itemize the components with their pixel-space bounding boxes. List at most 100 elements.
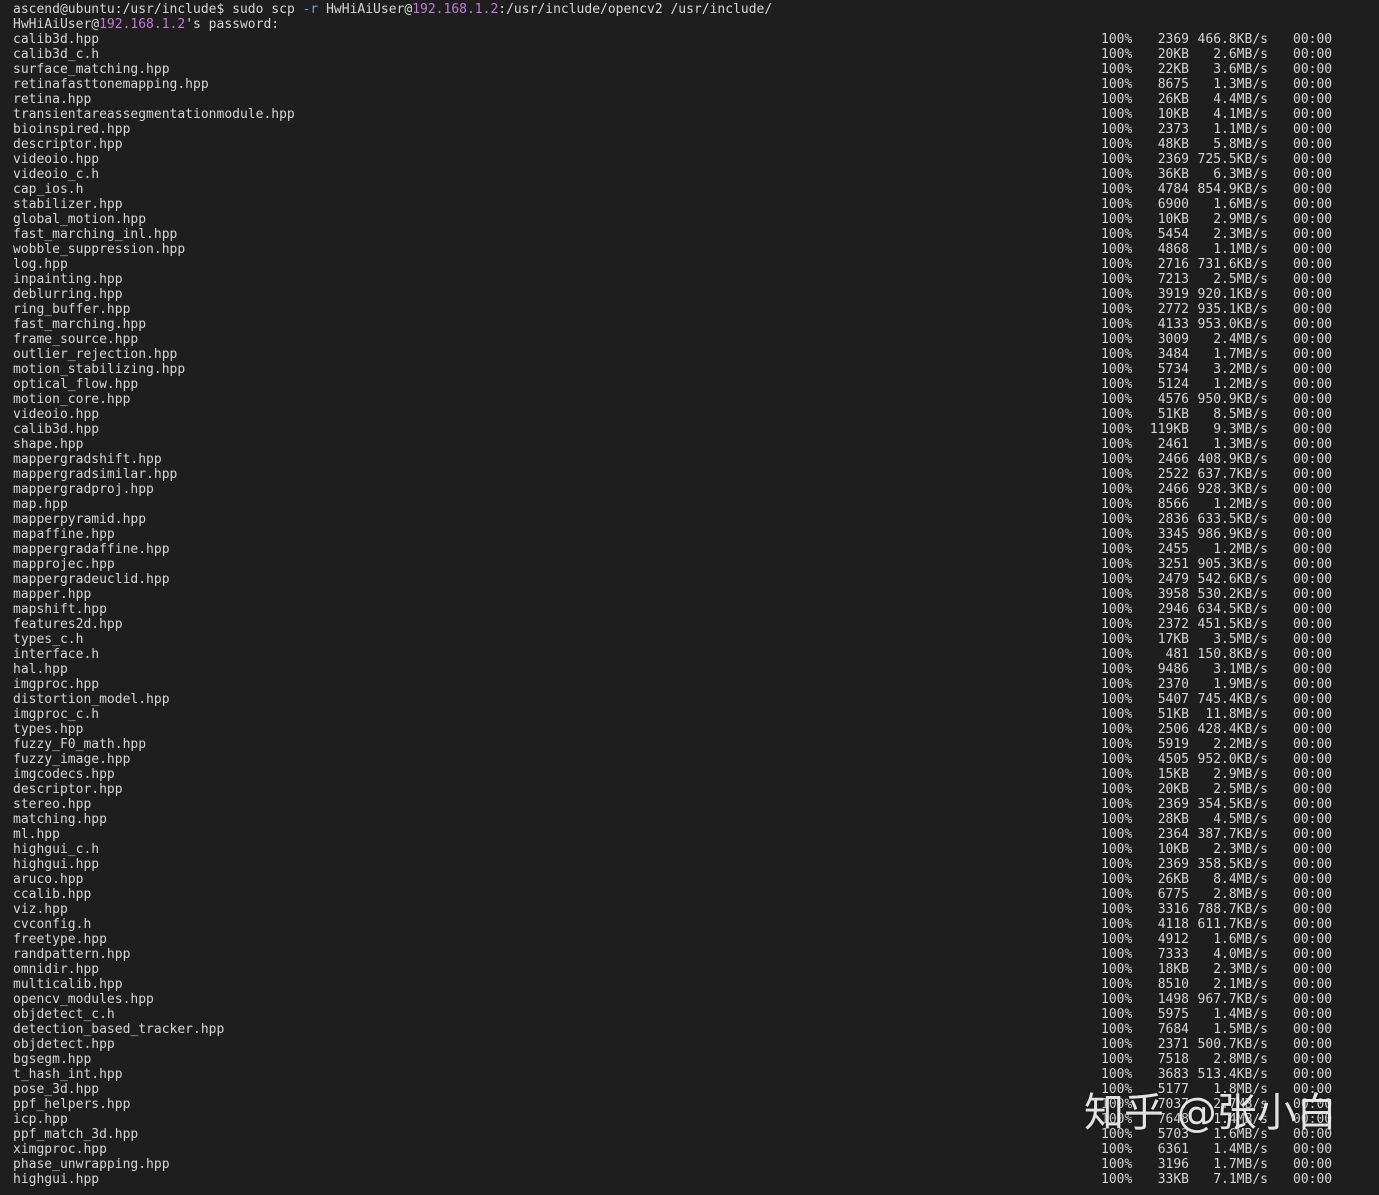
transfer-speed: 2.3MB/s bbox=[1213, 227, 1268, 242]
transfer-file-name: calib3d.hpp bbox=[13, 422, 100, 437]
transfer-file-name: ppf_match_3d.hpp bbox=[13, 1127, 139, 1142]
transfer-eta: 00:00 bbox=[1293, 932, 1333, 947]
transfer-eta: 00:00 bbox=[1293, 287, 1333, 302]
transfer-percent: 100% bbox=[1101, 257, 1133, 272]
transfer-file-name: freetype.hpp bbox=[13, 932, 107, 947]
transfer-file-name: calib3d_c.h bbox=[13, 47, 100, 62]
transfer-size: 2466 bbox=[1157, 482, 1189, 497]
transfer-speed: 7.1MB/s bbox=[1213, 1172, 1268, 1187]
transfer-row: outlier_rejection.hpp 100% 3484 1.7MB/s 00:0… bbox=[0, 347, 1379, 362]
transfer-size: 48KB bbox=[1157, 137, 1189, 152]
transfer-list: calib3d.hpp 100% 2369 466.8KB/s 00:00 calib3d… bbox=[0, 32, 1379, 1187]
transfer-row: ring_buffer.hpp 100% 2772 935.1KB/s 00:00 bbox=[0, 302, 1379, 317]
transfer-size: 17KB bbox=[1157, 632, 1189, 647]
transfer-row: mapshift.hpp 100% 2946 634.5KB/s 00:00 bbox=[0, 602, 1379, 617]
transfer-percent: 100% bbox=[1101, 737, 1133, 752]
transfer-file-name: surface_matching.hpp bbox=[13, 62, 170, 77]
transfer-speed: 542.6KB/s bbox=[1197, 572, 1268, 587]
transfer-percent: 100% bbox=[1101, 527, 1133, 542]
transfer-eta: 00:00 bbox=[1293, 1037, 1333, 1052]
transfer-size: 26KB bbox=[1157, 92, 1189, 107]
command-remote-user: HwHiAiUser@ bbox=[318, 2, 413, 17]
transfer-speed: 1.2MB/s bbox=[1213, 377, 1268, 392]
transfer-percent: 100% bbox=[1101, 827, 1133, 842]
transfer-row: fast_marching.hpp 100% 4133 953.0KB/s 00:00 bbox=[0, 317, 1379, 332]
transfer-size: 8566 bbox=[1157, 497, 1189, 512]
transfer-size: 8675 bbox=[1157, 77, 1189, 92]
transfer-percent: 100% bbox=[1101, 797, 1133, 812]
transfer-percent: 100% bbox=[1101, 572, 1133, 587]
transfer-size: 481 bbox=[1165, 647, 1189, 662]
transfer-row: videoio.hpp 100% 2369 725.5KB/s 00:00 bbox=[0, 152, 1379, 167]
transfer-speed: 408.9KB/s bbox=[1197, 452, 1268, 467]
transfer-size: 119KB bbox=[1149, 422, 1189, 437]
transfer-size: 2370 bbox=[1157, 677, 1189, 692]
transfer-size: 2506 bbox=[1157, 722, 1189, 737]
transfer-row: matching.hpp 100% 28KB 4.5MB/s 00:00 bbox=[0, 812, 1379, 827]
transfer-row: log.hpp 100% 2716 731.6KB/s 00:00 bbox=[0, 257, 1379, 272]
transfer-file-name: objdetect_c.h bbox=[13, 1007, 115, 1022]
transfer-eta: 00:00 bbox=[1293, 602, 1333, 617]
transfer-row: imgproc_c.h 100% 51KB 11.8MB/s 00:00 bbox=[0, 707, 1379, 722]
transfer-row: shape.hpp 100% 2461 1.3MB/s 00:00 bbox=[0, 437, 1379, 452]
transfer-percent: 100% bbox=[1101, 902, 1133, 917]
transfer-percent: 100% bbox=[1101, 47, 1133, 62]
transfer-file-name: motion_stabilizing.hpp bbox=[13, 362, 186, 377]
transfer-percent: 100% bbox=[1101, 437, 1133, 452]
transfer-percent: 100% bbox=[1101, 467, 1133, 482]
transfer-row: aruco.hpp 100% 26KB 8.4MB/s 00:00 bbox=[0, 872, 1379, 887]
transfer-eta: 00:00 bbox=[1293, 332, 1333, 347]
transfer-percent: 100% bbox=[1101, 782, 1133, 797]
transfer-eta: 00:00 bbox=[1293, 32, 1333, 47]
transfer-size: 2772 bbox=[1157, 302, 1189, 317]
transfer-speed: 731.6KB/s bbox=[1197, 257, 1268, 272]
terminal-window[interactable]: ascend@ubuntu:/usr/include$ sudo scp -r … bbox=[0, 0, 1379, 1195]
transfer-row: ccalib.hpp 100% 6775 2.8MB/s 00:00 bbox=[0, 887, 1379, 902]
transfer-row: stereo.hpp 100% 2369 354.5KB/s 00:00 bbox=[0, 797, 1379, 812]
transfer-speed: 387.7KB/s bbox=[1197, 827, 1268, 842]
transfer-file-name: fast_marching_inl.hpp bbox=[13, 227, 178, 242]
transfer-file-name: videoio.hpp bbox=[13, 407, 100, 422]
transfer-speed: 150.8KB/s bbox=[1197, 647, 1268, 662]
command-flag: -r bbox=[302, 2, 319, 17]
transfer-size: 3316 bbox=[1157, 902, 1189, 917]
transfer-size: 5734 bbox=[1157, 362, 1189, 377]
transfer-speed: 3.2MB/s bbox=[1213, 362, 1268, 377]
transfer-size: 2372 bbox=[1157, 617, 1189, 632]
transfer-file-name: log.hpp bbox=[13, 257, 68, 272]
transfer-eta: 00:00 bbox=[1293, 77, 1333, 92]
transfer-size: 51KB bbox=[1157, 707, 1189, 722]
transfer-size: 7684 bbox=[1157, 1022, 1189, 1037]
transfer-row: mappergradproj.hpp 100% 2466 928.3KB/s 00:00 bbox=[0, 482, 1379, 497]
transfer-percent: 100% bbox=[1101, 1052, 1133, 1067]
transfer-speed: 637.7KB/s bbox=[1197, 467, 1268, 482]
transfer-speed: 6.3MB/s bbox=[1213, 167, 1268, 182]
transfer-eta: 00:00 bbox=[1293, 767, 1333, 782]
transfer-size: 3484 bbox=[1157, 347, 1189, 362]
transfer-eta: 00:00 bbox=[1293, 557, 1333, 572]
password-prompt: HwHiAiUser@192.168.1.2's password: bbox=[13, 17, 279, 32]
transfer-size: 7518 bbox=[1157, 1052, 1189, 1067]
transfer-size: 36KB bbox=[1157, 167, 1189, 182]
transfer-size: 7213 bbox=[1157, 272, 1189, 287]
transfer-percent: 100% bbox=[1101, 932, 1133, 947]
transfer-row: motion_stabilizing.hpp 100% 5734 3.2MB/s 00:… bbox=[0, 362, 1379, 377]
transfer-eta: 00:00 bbox=[1293, 662, 1333, 677]
transfer-size: 6900 bbox=[1157, 197, 1189, 212]
transfer-file-name: mappergradshift.hpp bbox=[13, 452, 162, 467]
transfer-file-name: features2d.hpp bbox=[13, 617, 123, 632]
transfer-eta: 00:00 bbox=[1293, 872, 1333, 887]
transfer-percent: 100% bbox=[1101, 272, 1133, 287]
transfer-file-name: mappergradeuclid.hpp bbox=[13, 572, 170, 587]
transfer-eta: 00:00 bbox=[1293, 842, 1333, 857]
transfer-row: map.hpp 100% 8566 1.2MB/s 00:00 bbox=[0, 497, 1379, 512]
transfer-percent: 100% bbox=[1101, 137, 1133, 152]
command-text: ascend@ubuntu:/usr/include$ sudo scp -r … bbox=[13, 2, 772, 17]
transfer-file-name: ml.hpp bbox=[13, 827, 60, 842]
transfer-eta: 00:00 bbox=[1293, 572, 1333, 587]
transfer-percent: 100% bbox=[1101, 287, 1133, 302]
transfer-row: bioinspired.hpp 100% 2373 1.1MB/s 00:00 bbox=[0, 122, 1379, 137]
transfer-file-name: shape.hpp bbox=[13, 437, 84, 452]
command-remote-ip: 192.168.1.2 bbox=[412, 2, 499, 17]
command-line: ascend@ubuntu:/usr/include$ sudo scp -r … bbox=[0, 2, 1379, 17]
